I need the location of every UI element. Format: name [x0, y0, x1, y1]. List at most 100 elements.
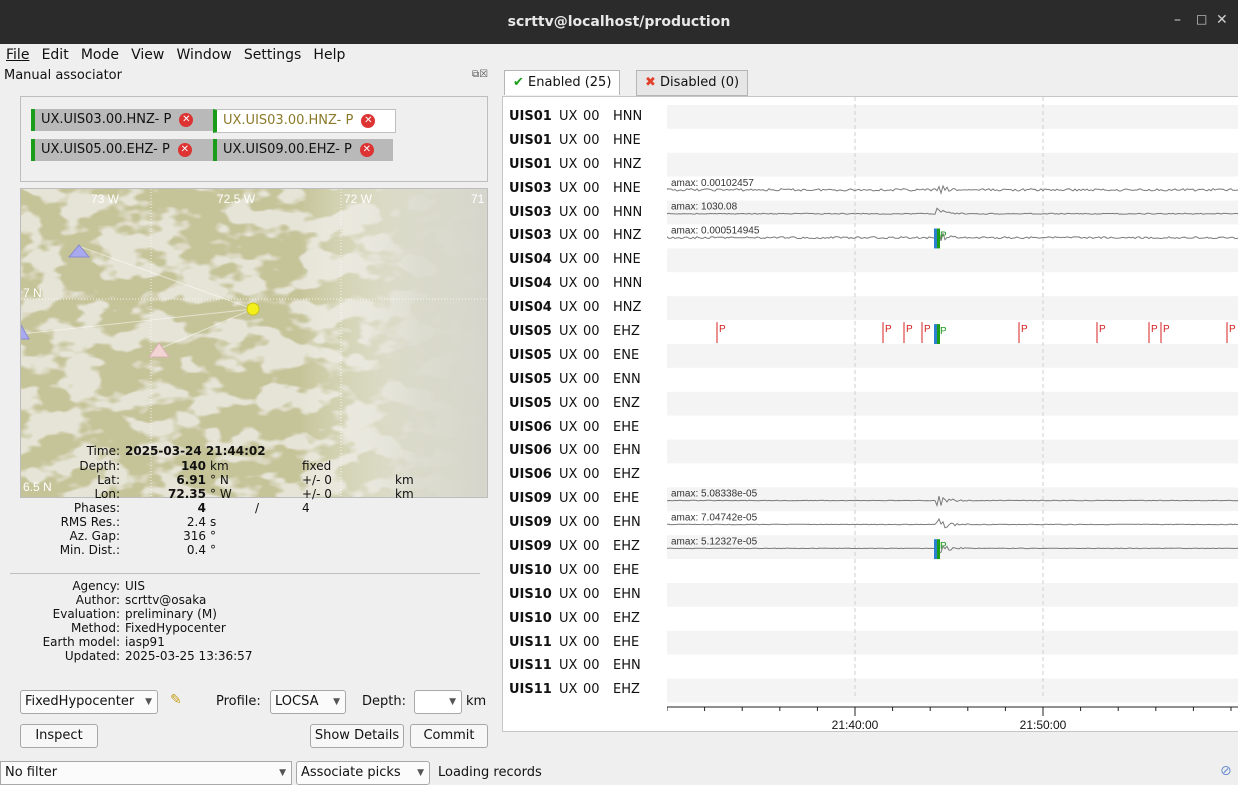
station-row[interactable]: UIS01 UX 00 HNZ — [509, 153, 669, 177]
station-loc: 00 — [583, 491, 600, 507]
method-select[interactable]: FixedHypocenter ▼ — [20, 690, 158, 714]
station-loc: 00 — [583, 132, 600, 148]
pick-chip[interactable]: UX.UIS05.00.EHZ- P ✕ — [31, 139, 215, 161]
station-row[interactable]: UIS06 UX 00 EHZ — [509, 463, 669, 487]
pick-marker-label: P — [1021, 324, 1028, 335]
pick-marker[interactable] — [934, 228, 937, 249]
pick-marker-label: P — [1099, 324, 1106, 335]
station-row[interactable]: UIS03 UX 00 HNN — [509, 201, 669, 225]
filter-select-value: No filter — [5, 765, 58, 780]
tab-enabled[interactable]: ✔ Enabled (25) — [504, 70, 621, 95]
pick-chip[interactable]: UX.UIS09.00.EHZ- P ✕ — [213, 139, 393, 161]
station-loc: 00 — [583, 682, 600, 698]
station-row[interactable]: UIS09 UX 00 EHZ — [509, 535, 669, 559]
pick-marker[interactable] — [934, 324, 937, 344]
menu-settings[interactable]: Settings — [244, 47, 301, 63]
pick-chip[interactable]: UX.UIS03.00.HNZ- P ✕ — [213, 109, 396, 133]
remove-pick-icon[interactable]: ✕ — [179, 112, 194, 127]
status-bar: No filter ▼ Associate picks ▼ Loading reco… — [0, 760, 1238, 785]
show-details-button[interactable]: Show Details — [310, 724, 404, 748]
azgap-unit: ° — [210, 529, 216, 543]
station-row[interactable]: UIS01 UX 00 HNE — [509, 129, 669, 153]
menu-view[interactable]: View — [131, 47, 164, 63]
minimize-button[interactable]: – — [1174, 12, 1181, 28]
associate-select[interactable]: Associate picks ▼ — [296, 761, 430, 785]
station-row[interactable]: UIS06 UX 00 EHE — [509, 416, 669, 440]
station-row[interactable]: UIS03 UX 00 HNZ — [509, 224, 669, 248]
event-location-icon[interactable] — [246, 302, 260, 316]
lon-label: Lon: — [94, 487, 120, 501]
station-row[interactable]: UIS04 UX 00 HNN — [509, 272, 669, 296]
station-sta: UIS05 — [509, 371, 552, 387]
station-cha: ENN — [613, 371, 641, 387]
chevron-down-icon: ▼ — [449, 697, 456, 707]
station-net: UX — [559, 156, 578, 172]
rms-unit: s — [210, 515, 217, 529]
profile-select[interactable]: LOCSA ▼ — [270, 690, 346, 714]
inspect-button[interactable]: Inspect — [20, 724, 98, 748]
depth-input[interactable]: ▼ — [414, 690, 462, 714]
station-row[interactable]: UIS04 UX 00 HNZ — [509, 296, 669, 320]
station-row[interactable]: UIS09 UX 00 EHE — [509, 487, 669, 511]
station-loc: 00 — [583, 586, 600, 602]
station-cha: HNN — [613, 204, 643, 220]
station-row[interactable]: UIS06 UX 00 EHN — [509, 439, 669, 463]
station-loc: 00 — [583, 180, 600, 196]
station-loc: 00 — [583, 443, 600, 459]
remove-pick-icon[interactable]: ✕ — [361, 113, 376, 128]
menu-window[interactable]: Window — [177, 47, 232, 63]
manual-associator-panel: Manual associator ⧉☒ UX.UIS03.00.HNZ- P ✕… — [0, 66, 498, 760]
station-row[interactable]: UIS10 UX 00 EHN — [509, 583, 669, 607]
station-net: UX — [559, 204, 578, 220]
menu-help[interactable]: Help — [313, 47, 345, 63]
station-row[interactable]: UIS11 UX 00 EHZ — [509, 678, 669, 702]
menu-file[interactable]: File — [6, 47, 29, 63]
station-loc: 00 — [583, 228, 600, 244]
station-row[interactable]: UIS04 UX 00 HNE — [509, 248, 669, 272]
chevron-down-icon: ▼ — [145, 697, 152, 707]
panel-float-close-icon[interactable]: ⧉☒ — [472, 69, 488, 80]
waveform-plot[interactable]: amax: 0.00102457 amax: 1030.08 amax: 0.000… — [666, 97, 1238, 751]
station-loc: 00 — [583, 539, 600, 555]
station-cha: ENZ — [613, 395, 640, 411]
station-row[interactable]: UIS10 UX 00 EHZ — [509, 607, 669, 631]
station-row[interactable]: UIS09 UX 00 EHN — [509, 511, 669, 535]
filter-select[interactable]: No filter ▼ — [0, 761, 292, 785]
station-row[interactable]: UIS05 UX 00 ENE — [509, 344, 669, 368]
station-row[interactable]: UIS11 UX 00 EHE — [509, 631, 669, 655]
station-row[interactable]: UIS10 UX 00 EHE — [509, 559, 669, 583]
trace-row-background — [667, 344, 1238, 368]
station-row[interactable]: UIS05 UX 00 EHZ — [509, 320, 669, 344]
station-row[interactable]: UIS05 UX 00 ENZ — [509, 392, 669, 416]
station-cha: EHZ — [613, 467, 640, 483]
pick-marker[interactable] — [934, 539, 937, 560]
trace-view[interactable]: UIS01 UX 00 HNN UIS01 UX 00 HNE UIS01 UX 00 HNZ UIS0… — [502, 96, 1238, 751]
station-row[interactable]: UIS05 UX 00 ENN — [509, 368, 669, 392]
menu-edit[interactable]: Edit — [42, 47, 69, 63]
menu-mode[interactable]: Mode — [81, 47, 119, 63]
station-loc: 00 — [583, 276, 600, 292]
station-loc: 00 — [583, 515, 600, 531]
tab-disabled[interactable]: ✖ Disabled (0) — [636, 70, 749, 96]
map-lon-label: 72 W — [344, 192, 373, 206]
station-row[interactable]: UIS01 UX 00 HNN — [509, 105, 669, 129]
close-button[interactable]: ✕ — [1216, 12, 1228, 28]
remove-pick-icon[interactable]: ✕ — [359, 142, 374, 157]
station-row[interactable]: UIS11 UX 00 EHN — [509, 654, 669, 678]
station-sta: UIS10 — [509, 610, 552, 626]
azgap-value: 316 — [183, 529, 206, 543]
remove-pick-icon[interactable]: ✕ — [177, 142, 192, 157]
station-row[interactable]: UIS03 UX 00 HNE — [509, 177, 669, 201]
pick-marker-label: P — [719, 324, 726, 335]
wrench-icon[interactable]: ✎ — [170, 692, 182, 708]
commit-button[interactable]: Commit — [410, 724, 488, 748]
chevron-down-icon: ▼ — [333, 697, 340, 707]
trace-row-background — [667, 559, 1238, 583]
station-sta: UIS01 — [509, 109, 552, 124]
station-cha: EHZ — [613, 682, 640, 698]
pick-chip[interactable]: UX.UIS03.00.HNZ- P ✕ — [31, 109, 215, 131]
maximize-button[interactable]: □ — [1196, 12, 1207, 26]
station-cha: EHZ — [613, 324, 640, 340]
station-net: UX — [559, 586, 578, 602]
time-value: 2025-03-24 21:44:02 — [125, 444, 266, 458]
